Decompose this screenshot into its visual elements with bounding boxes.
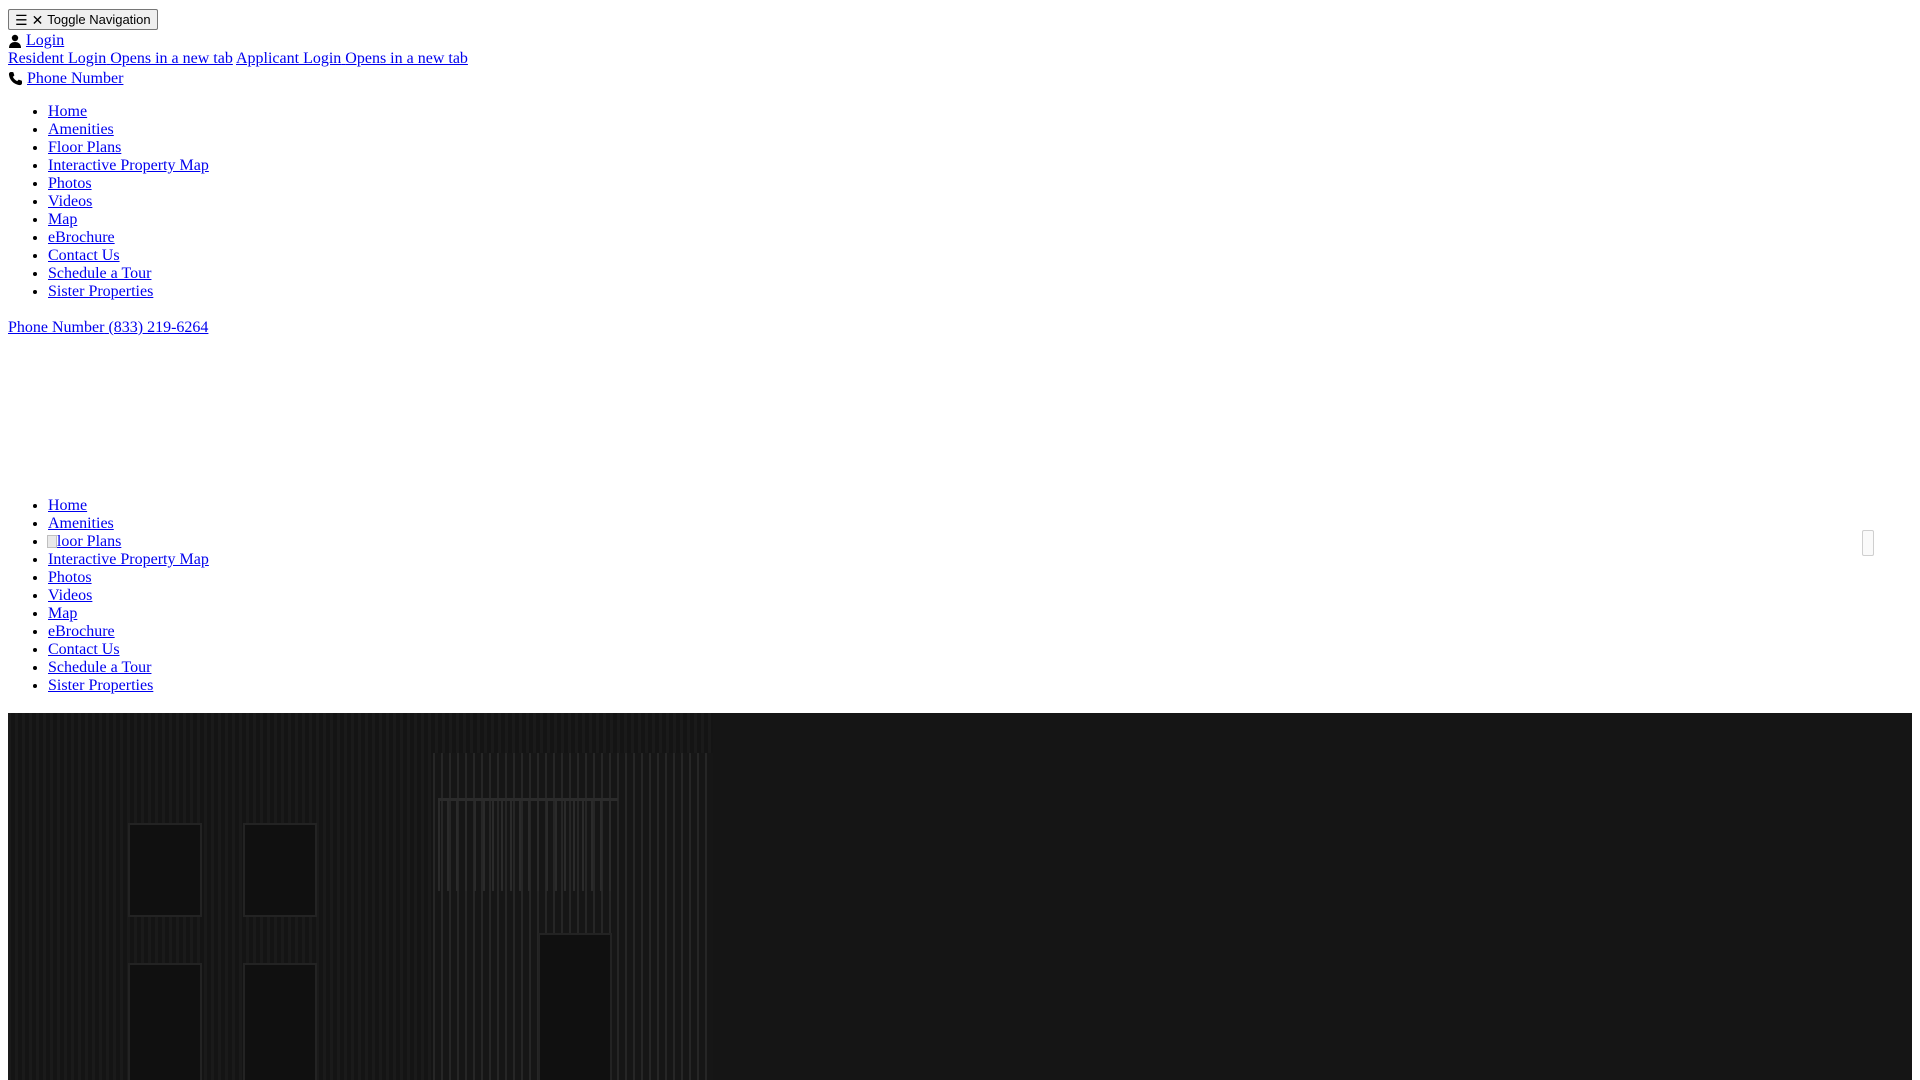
nav-item-ebrochure: eBrochure: [48, 229, 209, 247]
nav-link-schedule-a-tour[interactable]: Schedule a Tour: [48, 659, 151, 676]
nav-link-ebrochure[interactable]: eBrochure: [48, 229, 115, 246]
portal-login-links: Resident Login Opens in a new tab Applic…: [8, 49, 468, 68]
nav-link-ebrochure[interactable]: eBrochure: [48, 623, 115, 640]
applicant-login-label: Applicant Login: [235, 50, 342, 67]
user-icon: [9, 34, 21, 48]
phone-number-value: (833) 219-6264: [108, 319, 209, 336]
broken-image-icon: [47, 535, 57, 548]
resident-login-link[interactable]: Resident Login Opens in a new tab: [8, 50, 233, 67]
close-icon: ✕: [31, 11, 44, 28]
phone-icon: [8, 71, 23, 86]
login-link[interactable]: Login: [8, 31, 64, 50]
hero-image: [8, 713, 1912, 1080]
nav-link-videos[interactable]: Videos: [48, 587, 92, 604]
hero-window: [243, 963, 317, 1080]
nav-item-home: Home: [48, 497, 209, 515]
nav-item-photos: Photos: [48, 175, 209, 193]
nav-link-schedule-a-tour[interactable]: Schedule a Tour: [48, 265, 151, 282]
hero-balcony-railing: [438, 798, 618, 891]
nav-link-amenities[interactable]: Amenities: [48, 121, 114, 138]
nav-link-photos[interactable]: Photos: [48, 175, 92, 192]
nav-item-photos: Photos: [48, 569, 209, 587]
nav-link-map[interactable]: Map: [48, 605, 77, 622]
nav-item-home: Home: [48, 103, 209, 121]
nav-link-home[interactable]: Home: [48, 497, 87, 514]
phone-number-link[interactable]: Phone Number (833) 219-6264: [8, 318, 208, 337]
nav-item-sister-properties: Sister Properties: [48, 677, 209, 695]
nav-item-interactive-property-map: Interactive Property Map: [48, 157, 209, 175]
applicant-login-note: Opens in a new tab: [345, 50, 468, 67]
nav-item-videos: Videos: [48, 587, 209, 605]
hero-window: [538, 933, 612, 1080]
toggle-navigation-button[interactable]: ☰ ✕ Toggle Navigation: [8, 9, 158, 30]
login-label: Login: [26, 32, 65, 49]
nav-link-home[interactable]: Home: [48, 103, 87, 120]
nav-link-interactive-property-map[interactable]: Interactive Property Map: [48, 157, 209, 174]
nav-item-contact-us: Contact Us: [48, 641, 209, 659]
phone-link[interactable]: Phone Number: [8, 69, 123, 88]
resident-login-label: Resident Login: [8, 50, 107, 67]
nav-item-contact-us: Contact Us: [48, 247, 209, 265]
nav-link-videos[interactable]: Videos: [48, 193, 92, 210]
main-navigation: Home Amenities Floor Plans Interactive P…: [8, 103, 209, 301]
resident-login-note: Opens in a new tab: [110, 50, 233, 67]
nav-item-floor-plans: Floor Plans: [48, 139, 209, 157]
nav-link-amenities[interactable]: Amenities: [48, 515, 114, 532]
secondary-navigation: Home Amenities Floor Plans Interactive P…: [8, 497, 209, 695]
toggle-navigation-label: Toggle Navigation: [47, 12, 151, 27]
nav-link-contact-us[interactable]: Contact Us: [48, 641, 120, 658]
nav-link-interactive-property-map[interactable]: Interactive Property Map: [48, 551, 209, 568]
slider-handle[interactable]: [1862, 530, 1874, 556]
nav-item-amenities: Amenities: [48, 121, 209, 139]
nav-link-floor-plans[interactable]: Floor Plans: [48, 139, 121, 156]
nav-item-ebrochure: eBrochure: [48, 623, 209, 641]
nav-link-map[interactable]: Map: [48, 211, 77, 228]
nav-item-interactive-property-map: Interactive Property Map: [48, 551, 209, 569]
hero-window: [128, 963, 202, 1080]
phone-number-label: Phone Number: [8, 319, 105, 336]
nav-item-floor-plans: Floor Plans: [48, 533, 209, 551]
applicant-login-link[interactable]: Applicant Login Opens in a new tab: [236, 50, 468, 67]
nav-item-map: Map: [48, 211, 209, 229]
nav-link-floor-plans[interactable]: Floor Plans: [48, 533, 121, 550]
hero-window: [128, 823, 202, 917]
hamburger-icon: ☰: [15, 11, 28, 28]
nav-item-schedule-a-tour: Schedule a Tour: [48, 265, 209, 283]
phone-label: Phone Number: [27, 70, 124, 87]
nav-link-contact-us[interactable]: Contact Us: [48, 247, 120, 264]
nav-item-videos: Videos: [48, 193, 209, 211]
nav-link-photos[interactable]: Photos: [48, 569, 92, 586]
nav-item-map: Map: [48, 605, 209, 623]
nav-item-schedule-a-tour: Schedule a Tour: [48, 659, 209, 677]
nav-item-sister-properties: Sister Properties: [48, 283, 209, 301]
hero-window: [243, 823, 317, 917]
nav-item-amenities: Amenities: [48, 515, 209, 533]
nav-link-sister-properties[interactable]: Sister Properties: [48, 283, 153, 300]
nav-link-sister-properties[interactable]: Sister Properties: [48, 677, 153, 694]
